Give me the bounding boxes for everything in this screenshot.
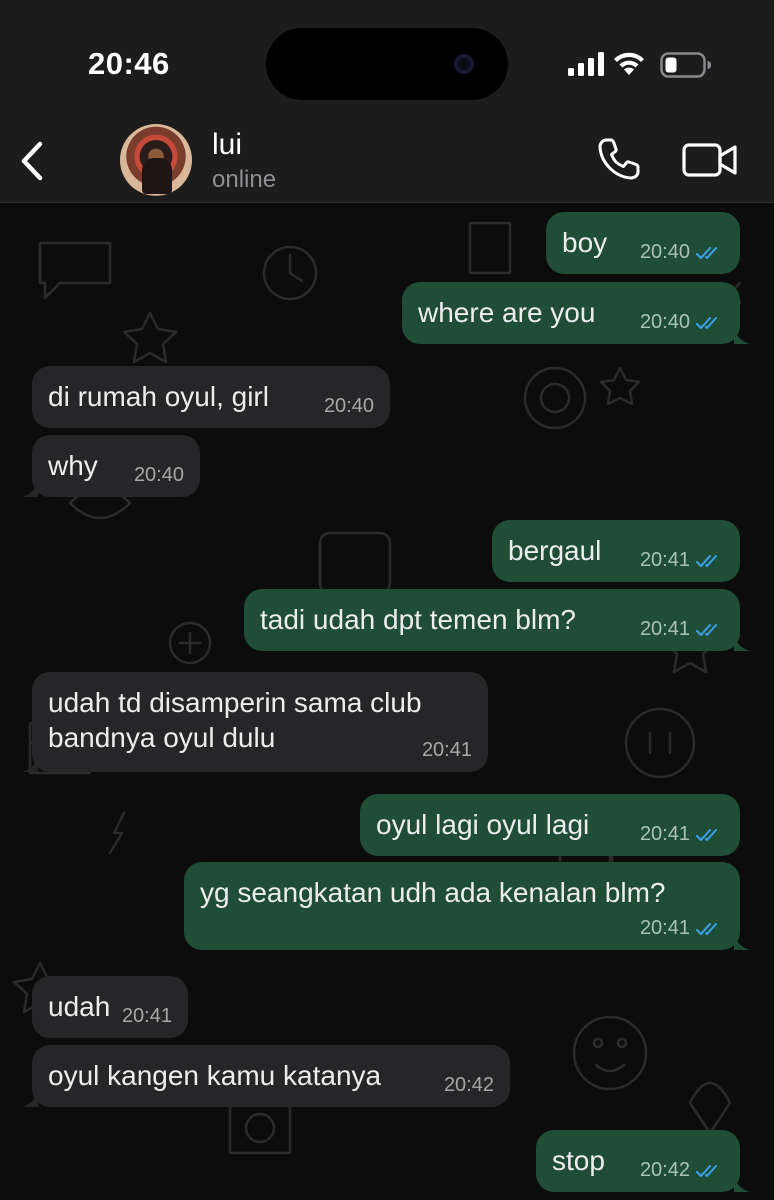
- outgoing-message-bubble[interactable]: oyul lagi oyul lagi 20:41: [360, 794, 740, 856]
- outgoing-message-bubble[interactable]: where are you 20:40: [402, 282, 750, 344]
- message-time: 20:41: [639, 549, 690, 571]
- read-receipt-icon: [696, 828, 717, 841]
- front-camera: [454, 54, 474, 74]
- contact-status: online: [212, 166, 277, 193]
- message-meta: 20:41: [640, 823, 724, 846]
- message-text: oyul lagi oyul lagi: [376, 809, 590, 840]
- message-time: 20:40: [639, 241, 690, 263]
- video-camera-icon[interactable]: [682, 142, 738, 178]
- bubble-tail: [22, 479, 38, 497]
- battery-icon: [660, 52, 711, 78]
- message-meta: 20:42: [444, 1074, 494, 1097]
- bubble-tail: [734, 326, 750, 344]
- signal-icon: [568, 52, 604, 76]
- message-text: bergaul: [508, 535, 602, 566]
- message-text: yg seangkatan udh ada kenalan blm?: [200, 877, 666, 908]
- incoming-message-bubble[interactable]: udah 20:41: [32, 976, 188, 1038]
- outgoing-message-bubble[interactable]: yg seangkatan udh ada kenalan blm? 20:41: [184, 862, 750, 950]
- wifi-icon: [614, 52, 644, 75]
- message-time: 20:42: [443, 1074, 494, 1096]
- bubble-tail: [22, 1089, 38, 1107]
- outgoing-message-bubble[interactable]: tadi udah dpt temen blm? 20:41: [244, 589, 750, 651]
- read-receipt-icon: [696, 922, 717, 935]
- contact-avatar[interactable]: [120, 124, 192, 196]
- chat-header: lui online: [0, 120, 774, 203]
- message-time: 20:41: [639, 917, 690, 939]
- message-text-line: bandnya oyul dulu: [48, 722, 276, 753]
- outgoing-message-bubble[interactable]: bergaul 20:41: [492, 520, 740, 582]
- status-bar: 20:46: [0, 0, 774, 120]
- read-receipt-icon: [696, 623, 717, 636]
- message-meta: 20:41: [640, 549, 724, 572]
- message-meta: 20:40: [640, 311, 724, 334]
- message-meta: 20:40: [640, 241, 724, 264]
- contact-name[interactable]: lui: [212, 128, 242, 162]
- back-chevron-icon[interactable]: [16, 138, 52, 184]
- message-text: di rumah oyul, girl: [48, 381, 269, 412]
- chat-messages[interactable]: boy 20:40 where are you 20:40 di rumah oyul,…: [0, 203, 774, 1200]
- message-time: 20:40: [639, 311, 690, 333]
- message-meta: 20:41: [640, 618, 724, 641]
- bubble-tail: [22, 754, 38, 772]
- incoming-message-bubble[interactable]: udah td disamperin sama club bandnya oyul…: [22, 672, 488, 772]
- phone-icon[interactable]: [596, 136, 642, 182]
- message-time: 20:40: [323, 395, 374, 417]
- message-text: where are you: [418, 297, 596, 328]
- incoming-message-bubble[interactable]: why 20:40: [22, 435, 200, 497]
- message-meta: 20:41: [122, 1005, 172, 1028]
- message-text: tadi udah dpt temen blm?: [260, 604, 576, 635]
- message-time: 20:41: [639, 823, 690, 845]
- message-meta: 20:40: [324, 395, 374, 418]
- outgoing-message-bubble[interactable]: boy 20:40: [546, 212, 740, 274]
- outgoing-message-bubble[interactable]: stop 20:42: [536, 1130, 750, 1192]
- message-text: boy: [562, 227, 608, 258]
- status-time: 20:46: [88, 46, 170, 81]
- message-text: oyul kangen kamu katanya: [48, 1060, 382, 1091]
- message-meta: 20:41: [640, 917, 724, 940]
- read-receipt-icon: [696, 246, 717, 259]
- incoming-message-bubble[interactable]: di rumah oyul, girl 20:40: [32, 366, 390, 428]
- message-time: 20:41: [421, 739, 472, 761]
- message-time: 20:41: [121, 1005, 172, 1027]
- message-time: 20:42: [639, 1159, 690, 1181]
- message-text: why: [48, 450, 98, 481]
- read-receipt-icon: [696, 316, 717, 329]
- message-text: stop: [552, 1145, 605, 1176]
- message-meta: 20:42: [640, 1159, 724, 1182]
- read-receipt-icon: [696, 1164, 717, 1177]
- dynamic-island: [266, 28, 508, 100]
- bubble-tail: [734, 633, 750, 651]
- bubble-tail: [734, 1174, 750, 1192]
- message-time: 20:41: [639, 618, 690, 640]
- message-meta: 20:40: [134, 464, 184, 487]
- message-text: udah: [48, 991, 111, 1022]
- bubble-tail: [734, 932, 750, 950]
- incoming-message-bubble[interactable]: oyul kangen kamu katanya 20:42: [22, 1045, 510, 1107]
- read-receipt-icon: [696, 554, 717, 567]
- message-time: 20:40: [133, 464, 184, 486]
- message-meta: 20:41: [422, 739, 472, 762]
- message-text: udah td disamperin sama club bandnya oyul…: [48, 685, 422, 755]
- message-text-line: udah td disamperin sama club: [48, 687, 422, 718]
